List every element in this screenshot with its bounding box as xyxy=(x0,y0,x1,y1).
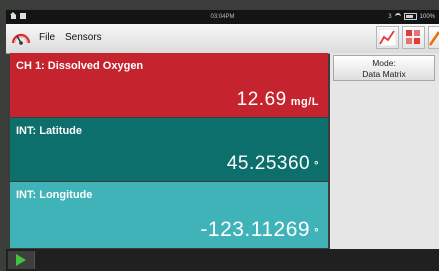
signal-text: 3 xyxy=(388,13,392,20)
meter-reading: -123.11269 ° xyxy=(200,218,319,242)
meter-view-button[interactable] xyxy=(402,26,425,49)
play-icon xyxy=(16,254,26,266)
menu-bar: File Sensors xyxy=(6,24,439,54)
pencil-icon xyxy=(428,31,439,46)
graph-view-button[interactable] xyxy=(376,26,399,49)
meter-value: -123.11269 xyxy=(200,218,311,241)
file-menu[interactable]: File xyxy=(39,32,55,43)
meter-reading: 45.25360 ° xyxy=(227,153,319,175)
annotate-button[interactable] xyxy=(428,26,439,49)
meter-value: 45.25360 xyxy=(226,153,311,174)
sensors-menu[interactable]: Sensors xyxy=(65,32,102,43)
bottom-bar xyxy=(6,249,439,271)
meter-longitude[interactable]: INT: Longitude -123.11269 ° xyxy=(10,182,328,248)
meter-label: INT: Latitude xyxy=(16,125,82,137)
battery-icon xyxy=(403,13,417,20)
status-time: 03:04PM xyxy=(210,14,235,20)
meter-view-icon xyxy=(406,30,420,44)
line-graph-icon xyxy=(378,28,397,47)
meter-label: INT: Longitude xyxy=(16,189,93,201)
meter-latitude[interactable]: INT: Latitude 45.25360 ° xyxy=(10,118,328,181)
mode-button[interactable]: Mode: Data Matrix xyxy=(333,55,435,81)
meter-value: 12.69 xyxy=(236,89,287,110)
mode-label: Mode: xyxy=(372,58,396,68)
meter-reading: 12.69 mg/L xyxy=(237,89,319,111)
mode-panel: Mode: Data Matrix xyxy=(330,53,439,249)
mode-value: Data Matrix xyxy=(362,69,406,79)
status-indicators: 3 100% xyxy=(388,13,435,20)
meter-unit: ° xyxy=(314,227,319,239)
battery-text: 100% xyxy=(419,13,435,20)
status-bar: 03:04PM 3 100% xyxy=(6,10,439,24)
meter-label: CH 1: Dissolved Oxygen xyxy=(16,60,144,72)
meter-unit: ° xyxy=(314,160,319,172)
meter-dissolved-oxygen[interactable]: CH 1: Dissolved Oxygen 12.69 mg/L xyxy=(10,53,328,117)
meter-unit: mg/L xyxy=(290,96,319,108)
wifi-icon xyxy=(394,13,401,20)
collect-button[interactable] xyxy=(8,251,35,269)
gauge-logo-icon[interactable] xyxy=(11,29,31,47)
